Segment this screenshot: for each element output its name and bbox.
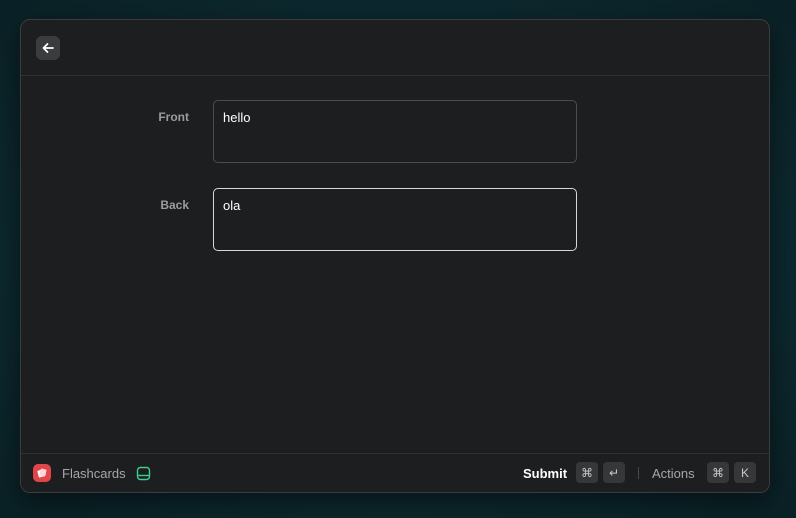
drawer-icon[interactable]: [136, 466, 151, 481]
arrow-left-icon: [42, 43, 54, 53]
command-key-icon: ⌘: [576, 462, 598, 483]
front-field[interactable]: hello: [213, 100, 577, 163]
top-bar: [21, 20, 769, 76]
bottom-bar: Flashcards Submit ⌘ ↵ Actions ⌘ K: [21, 453, 769, 492]
front-label: Front: [158, 110, 189, 124]
command-window: Front hello Back ola Flashcards Submit ⌘…: [20, 19, 770, 493]
k-key: K: [734, 462, 756, 483]
back-field[interactable]: ola: [213, 188, 577, 251]
app-name: Flashcards: [62, 466, 126, 481]
actions-button[interactable]: Actions: [652, 466, 695, 481]
submit-button[interactable]: Submit: [523, 466, 567, 481]
footer-divider: [638, 467, 639, 479]
back-label: Back: [160, 198, 189, 212]
front-row: Front hello: [21, 100, 769, 164]
enter-key-icon: ↵: [603, 462, 625, 483]
back-row: Back ola: [21, 188, 769, 252]
command-key-icon: ⌘: [707, 462, 729, 483]
back-button[interactable]: [36, 36, 60, 60]
flashcards-app-icon: [33, 464, 51, 482]
